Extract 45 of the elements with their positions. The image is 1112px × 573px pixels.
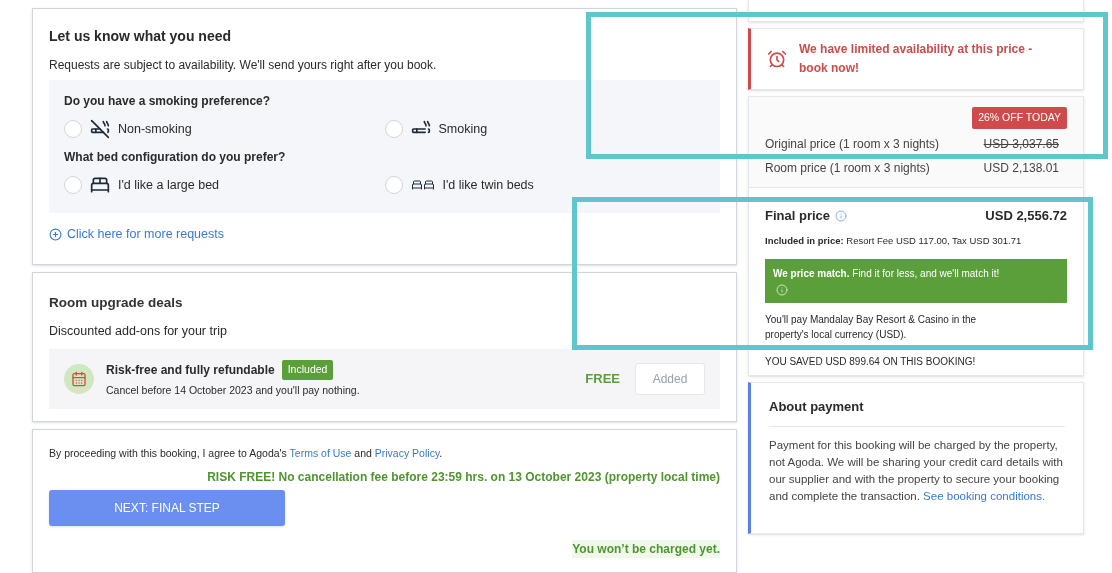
text-link[interactable]: See booking conditions.	[923, 489, 1046, 502]
question-label: Do you have a smoking preference?	[64, 93, 272, 110]
more-requests-link[interactable]: Click here for more requests	[49, 225, 720, 244]
final-price-value: USD 2,556.72	[985, 206, 1067, 225]
info-icon[interactable]	[835, 209, 848, 222]
section-title: Let us know what you need	[49, 27, 233, 46]
section-subtitle: Requests are subject to availability. We'll send yours right after you book.	[49, 57, 438, 74]
price-value: USD 3,037.65	[983, 135, 1059, 153]
price-match-text: We price match. Find it for less, and we'll match it!	[773, 266, 1001, 281]
bed-icon	[90, 175, 110, 195]
included-fees: Included in price: Resort Fee USD 117.00, Tax USD 301.71	[765, 234, 1023, 249]
section-title: About payment	[769, 397, 1065, 427]
addon-title: Risk-free and fully refundable	[106, 361, 275, 379]
price-label: Original price (1 room x 3 nights)	[765, 135, 940, 153]
addon-price: FREE	[585, 370, 620, 389]
section-subtitle: Discounted add-ons for your trip	[49, 323, 228, 341]
currency-note: You'll pay Mandalay Bay Resort & Casino in the property's local currency (USD).	[765, 312, 978, 342]
question-label: What bed configuration do you prefer?	[64, 149, 287, 166]
risk-free-notice: RISK FREE! No cancellation fee before 23:59 hrs. on 13 October 2023 (property local time)	[206, 468, 720, 486]
radio-button[interactable]	[384, 176, 403, 194]
agreement-text: By proceeding with this booking, I agree to Agoda's Terms of Use and Privacy Policy.	[49, 446, 444, 461]
no-smoking-icon	[90, 119, 110, 139]
radio-option[interactable]: Non-smoking	[64, 119, 385, 139]
next-step-button[interactable]: NEXT: FINAL STEP	[49, 489, 285, 526]
radio-option[interactable]: I'd like twin beds	[384, 175, 705, 195]
alert-text: We have limited availability at this price - book now!	[799, 41, 1034, 77]
section-title: Room upgrade deals	[49, 294, 184, 312]
savings-note: YOU SAVED USD 899.64 ON THIS BOOKING!	[765, 354, 977, 369]
included-badge: Included	[281, 359, 334, 380]
radio-button[interactable]	[64, 176, 82, 194]
radio-button[interactable]	[384, 120, 403, 138]
radio-button[interactable]	[64, 120, 82, 138]
final-price-label: Final price	[765, 206, 831, 225]
plus-circle-icon	[49, 227, 62, 241]
not-charged-note: You won’t be charged yet.	[572, 539, 720, 558]
calendar-icon	[64, 364, 94, 394]
radio-option[interactable]: I'd like a large bed	[64, 175, 385, 195]
alarm-clock-icon	[767, 49, 787, 69]
price-label: Room price (1 room x 3 nights)	[765, 159, 930, 177]
radio-option[interactable]: Smoking	[384, 119, 705, 139]
price-value: USD 2,138.01	[983, 159, 1059, 177]
discount-badge: 26% OFF TODAY	[972, 107, 1067, 129]
text-link[interactable]: Terms of Use	[289, 447, 352, 459]
addon-note: Cancel before 14 October 2023 and you'll pay nothing.	[106, 382, 360, 398]
payment-info-text: Payment for this booking will be charged by the property, not Agoda. We will be sharing your credit card details with our supplier and with the property to secure your booking and complete the transaction. See booking conditions.	[769, 437, 1064, 504]
